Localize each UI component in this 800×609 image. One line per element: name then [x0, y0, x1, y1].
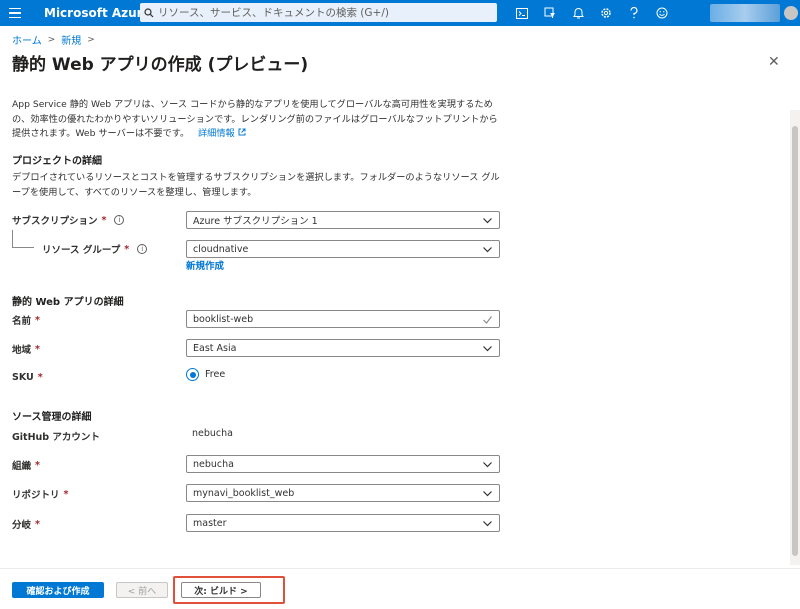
chevron-down-icon [483, 462, 492, 468]
resource-group-label: リソース グループ * i [42, 242, 148, 256]
chevron-down-icon [483, 491, 492, 497]
organization-select[interactable]: nebucha [186, 455, 500, 473]
organization-label: 組織 * [12, 458, 40, 473]
page-title: 静的 Web アプリの作成 (プレビュー) [12, 55, 309, 75]
repository-select[interactable]: mynavi_booklist_web [186, 484, 500, 502]
required-marker: * [101, 214, 107, 226]
project-details-heading: プロジェクトの詳細 [12, 156, 102, 167]
repository-label-text: リポジトリ [12, 490, 60, 501]
name-label: 名前 * [12, 313, 40, 328]
resource-group-value: cloudnative [193, 243, 249, 255]
github-account-label-text: GitHub アカウント [12, 432, 100, 443]
github-account-value: nebucha [192, 428, 233, 439]
repository-value: mynavi_booklist_web [193, 487, 295, 499]
gear-icon[interactable] [592, 0, 620, 26]
branch-label-text: 分岐 [12, 520, 32, 531]
chevron-down-icon [483, 346, 492, 352]
search-box[interactable]: リソース、サービス、ドキュメントの検索 (G+/) [140, 3, 497, 22]
chevron-down-icon [483, 247, 492, 253]
name-input[interactable]: booklist-web [186, 310, 500, 328]
repository-label: リポジトリ * [12, 487, 69, 502]
source-details-heading: ソース管理の詳細 [12, 412, 92, 423]
info-icon[interactable]: i [114, 215, 125, 225]
footer-divider [0, 568, 800, 569]
avatar[interactable] [784, 6, 798, 20]
region-label-text: 地域 [12, 345, 32, 356]
search-placeholder: リソース、サービス、ドキュメントの検索 (G+/) [158, 7, 389, 19]
project-description: デプロイされているリソースとコストを管理するサブスクリプションを選択します。フォ… [12, 172, 500, 198]
branch-label: 分岐 * [12, 517, 40, 532]
radio-selected-icon[interactable] [186, 368, 199, 381]
previous-button[interactable]: < 前へ [116, 582, 168, 598]
required-marker: * [35, 518, 40, 530]
intro-text: App Service 静的 Web アプリは、ソース コードから静的なアプリを… [12, 98, 504, 142]
review-create-button[interactable]: 確認および作成 [12, 582, 104, 598]
help-icon[interactable] [620, 0, 648, 26]
sku-label: SKU * [12, 372, 43, 383]
required-marker: * [124, 243, 130, 255]
sku-free-radio[interactable]: Free [186, 368, 225, 381]
required-marker: * [63, 488, 69, 500]
external-link-icon [238, 128, 246, 139]
sku-value: Free [205, 369, 226, 380]
account-name-blurred [710, 4, 780, 22]
scrollbar-thumb[interactable] [792, 126, 798, 556]
name-label-text: 名前 [12, 316, 32, 327]
next-build-button[interactable]: 次: ビルド > [181, 582, 261, 598]
chevron-down-icon [483, 521, 492, 527]
top-icons [508, 0, 676, 26]
info-icon[interactable]: i [137, 244, 148, 254]
branch-value: master [193, 517, 227, 529]
breadcrumb-home[interactable]: ホーム [12, 32, 42, 47]
chevron-down-icon [483, 218, 492, 224]
directory-filter-icon[interactable] [536, 0, 564, 26]
account-area[interactable] [700, 0, 800, 26]
sku-label-text: SKU [12, 372, 34, 383]
resource-group-label-text: リソース グループ [42, 245, 121, 256]
subscription-select[interactable]: Azure サブスクリプション 1 [186, 211, 500, 229]
bell-icon[interactable] [564, 0, 592, 26]
region-select[interactable]: East Asia [186, 339, 500, 357]
hamburger-menu-icon[interactable] [0, 0, 30, 26]
region-label: 地域 * [12, 342, 40, 357]
chevron-right-icon: > [47, 34, 56, 45]
close-icon[interactable]: ✕ [768, 54, 780, 70]
organization-value: nebucha [193, 458, 234, 470]
tree-connector [12, 230, 34, 248]
chevron-right-icon: > [87, 34, 95, 45]
app-details-heading: 静的 Web アプリの詳細 [12, 297, 124, 308]
region-value: East Asia [193, 342, 237, 354]
breadcrumb: ホーム > 新規 > [12, 32, 95, 48]
branch-select[interactable]: master [186, 514, 500, 532]
github-account-label: GitHub アカウント [12, 429, 100, 443]
brand-title[interactable]: Microsoft Azure [44, 6, 151, 20]
required-marker: * [37, 372, 43, 383]
cloud-shell-icon[interactable] [508, 0, 536, 26]
required-marker: * [35, 314, 40, 326]
learn-more-link[interactable]: 詳細情報 [198, 128, 235, 139]
intro-body: App Service 静的 Web アプリは、ソース コードから静的なアプリを… [12, 99, 498, 139]
resource-group-select[interactable]: cloudnative [186, 240, 500, 258]
name-value: booklist-web [193, 313, 254, 325]
subscription-label: サブスクリプション * i [12, 213, 125, 227]
organization-label-text: 組織 [12, 461, 32, 472]
subscription-value: Azure サブスクリプション 1 [193, 216, 318, 227]
search-icon [140, 7, 158, 18]
create-new-link[interactable]: 新規作成 [186, 258, 224, 272]
top-bar: Microsoft Azure リソース、サービス、ドキュメントの検索 (G+/… [0, 0, 800, 26]
check-icon [483, 316, 492, 324]
feedback-icon[interactable] [648, 0, 676, 26]
subscription-label-text: サブスクリプション [12, 216, 98, 227]
required-marker: * [35, 343, 40, 355]
required-marker: * [35, 459, 40, 471]
breadcrumb-new[interactable]: 新規 [61, 32, 81, 47]
